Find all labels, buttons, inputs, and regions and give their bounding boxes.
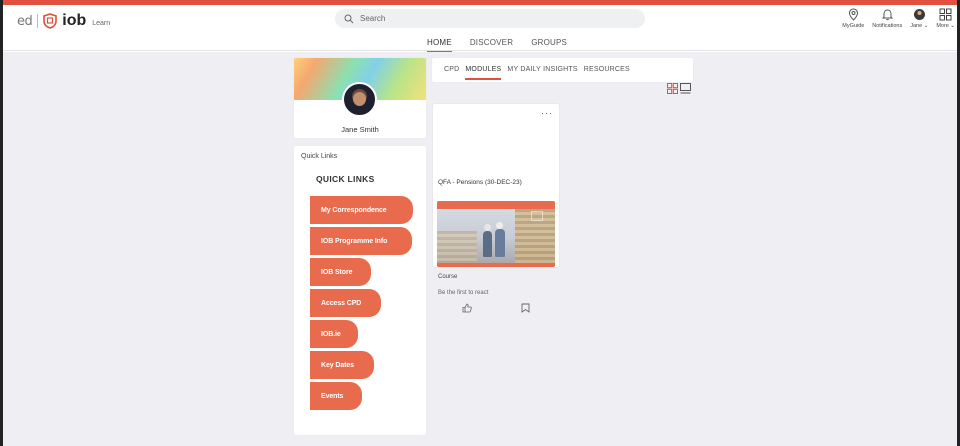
module-thumbnail[interactable]	[437, 201, 555, 267]
thumb-figure-body-2	[495, 229, 505, 257]
avatar-icon	[913, 9, 925, 20]
content-tabs: CPD MODULES MY DAILY INSIGHTS RESOURCES	[432, 58, 693, 82]
quick-links-small-label: Quick Links	[301, 153, 338, 160]
header: ed iob Learn HOME DISCOVER GROUPS MyGuid…	[3, 5, 957, 53]
logo-divider	[37, 14, 39, 28]
more-label: More ⌄	[936, 23, 955, 29]
thumb-logo-icon	[531, 211, 543, 221]
bell-icon	[881, 9, 893, 21]
shield-icon	[43, 13, 58, 29]
thumb-top-bar	[437, 201, 555, 209]
myguide-button[interactable]: MyGuide	[842, 8, 864, 29]
grid-icon	[939, 8, 952, 21]
list-view-icon[interactable]	[680, 83, 691, 94]
tab-discover[interactable]: DISCOVER	[470, 38, 513, 53]
thumb-bottom-bar	[437, 263, 555, 267]
search-icon	[344, 14, 354, 23]
quick-links-card: Quick Links QUICK LINKS My Correspondenc…	[294, 146, 426, 435]
bookmark-icon[interactable]	[521, 303, 530, 313]
quick-link-my-correspondence[interactable]: My Correspondence	[310, 196, 413, 224]
ed-logo: ed	[17, 13, 33, 29]
tab-my-daily-insights[interactable]: MY DAILY INSIGHTS	[507, 58, 577, 78]
quick-link-iob-programme-info[interactable]: IOB Programme Info	[310, 227, 412, 255]
like-icon[interactable]	[462, 303, 472, 313]
thumb-figure-head-2	[496, 222, 503, 229]
tab-resources[interactable]: RESOURCES	[584, 58, 630, 78]
module-card[interactable]: ··· QFA - Pensions (30-DEC-23) Course Be…	[433, 104, 559, 313]
view-toggle	[667, 83, 691, 94]
myguide-icon	[848, 8, 858, 21]
myguide-label: MyGuide	[842, 23, 865, 29]
quick-link-key-dates[interactable]: Key Dates	[310, 351, 374, 379]
thumb-coins-left	[437, 231, 477, 263]
notifications-button[interactable]: Notifications	[872, 8, 902, 29]
main-content: Jane Smith Quick Links QUICK LINKS My Co…	[3, 52, 957, 446]
module-title[interactable]: QFA - Pensions (30-DEC-23)	[438, 179, 522, 186]
quick-link-events[interactable]: Events	[310, 382, 362, 410]
user-menu-button[interactable]: Jane ⌄	[910, 8, 928, 29]
quick-links-title: QUICK LINKS	[316, 174, 375, 184]
tab-groups[interactable]: GROUPS	[531, 38, 567, 53]
quick-link-iob-store[interactable]: IOB Store	[310, 258, 371, 286]
react-prompt: Be the first to react	[438, 290, 489, 296]
quick-link-access-cpd[interactable]: Access CPD	[310, 289, 381, 317]
iob-logo: iob	[62, 12, 87, 29]
more-menu-button[interactable]: More ⌄	[936, 8, 955, 29]
user-label: Jane ⌄	[910, 23, 929, 29]
profile-card[interactable]: Jane Smith	[294, 58, 426, 138]
more-options-icon[interactable]: ···	[541, 108, 553, 118]
profile-name[interactable]: Jane Smith	[294, 125, 426, 134]
thumb-figure-head-1	[484, 224, 491, 231]
module-type: Course	[438, 274, 458, 280]
header-actions: MyGuide Notifications Jane ⌄ More ⌄	[842, 8, 955, 29]
grid-view-icon[interactable]	[667, 83, 678, 94]
main-nav: HOME DISCOVER GROUPS	[427, 38, 567, 53]
search-bar[interactable]	[335, 9, 645, 28]
learn-logo-text: Learn	[92, 19, 111, 27]
tab-modules[interactable]: MODULES	[465, 58, 502, 80]
brand-logos[interactable]: ed iob Learn	[17, 12, 110, 30]
thumb-figure-body-1	[483, 231, 492, 257]
search-input[interactable]	[360, 14, 620, 23]
quick-link-iob-ie[interactable]: IOB.ie	[310, 320, 358, 348]
notifications-label: Notifications	[872, 23, 903, 29]
tab-cpd[interactable]: CPD	[444, 58, 459, 78]
avatar[interactable]	[342, 82, 377, 117]
tab-home[interactable]: HOME	[427, 38, 452, 53]
